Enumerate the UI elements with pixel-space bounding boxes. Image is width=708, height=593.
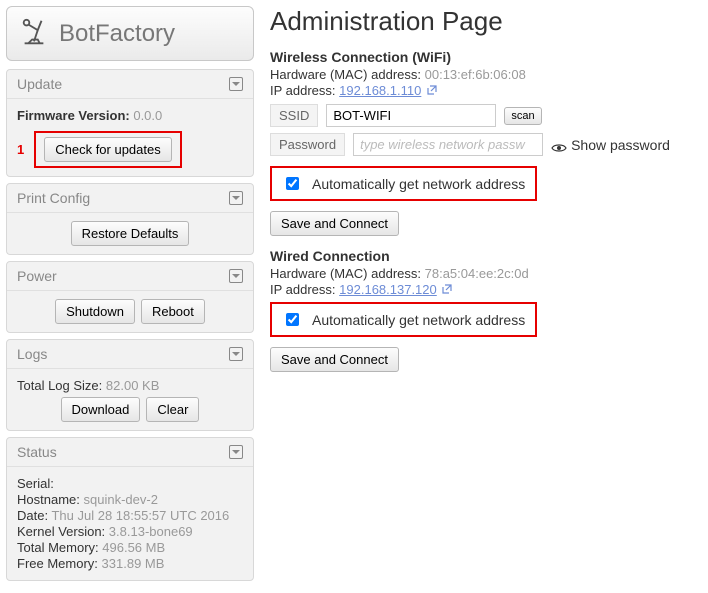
password-label: Password — [270, 133, 345, 156]
brand-title: BotFactory — [59, 20, 175, 48]
wifi-mac-label: Hardware (MAC) address: — [270, 67, 421, 82]
collapse-icon[interactable] — [229, 445, 243, 459]
status-panel: Status Serial: Hostname: squink-dev-2 Da… — [6, 437, 254, 581]
hostname-label: Hostname: — [17, 492, 80, 507]
collapse-icon[interactable] — [229, 269, 243, 283]
update-panel: Update Firmware Version: 0.0.0 1 Check f… — [6, 69, 254, 177]
check-updates-button[interactable]: Check for updates — [44, 137, 172, 162]
wired-ip-link[interactable]: 192.168.137.120 — [339, 282, 437, 297]
download-logs-button[interactable]: Download — [61, 397, 141, 422]
wired-heading: Wired Connection — [270, 248, 698, 264]
robot-arm-icon — [19, 17, 49, 50]
eye-icon — [551, 140, 567, 150]
wifi-auto-label: Automatically get network address — [312, 176, 525, 192]
wifi-auto-checkbox[interactable] — [286, 177, 299, 190]
hostname-value: squink-dev-2 — [84, 492, 158, 507]
log-size-value: 82.00 KB — [106, 378, 160, 393]
page-title: Administration Page — [270, 6, 698, 37]
date-value: Thu Jul 28 18:55:57 UTC 2016 — [51, 508, 229, 523]
kernel-label: Kernel Version: — [17, 524, 105, 539]
password-input[interactable] — [353, 133, 543, 156]
callout-highlight-wifi-auto: Automatically get network address — [270, 166, 537, 201]
wifi-section: Wireless Connection (WiFi) Hardware (MAC… — [270, 49, 698, 236]
wired-save-button[interactable]: Save and Connect — [270, 347, 399, 372]
panel-title: Update — [17, 76, 62, 92]
print-config-panel-header[interactable]: Print Config — [7, 184, 253, 213]
callout-highlight-1: Check for updates — [34, 131, 182, 168]
panel-title: Power — [17, 268, 57, 284]
wifi-heading: Wireless Connection (WiFi) — [270, 49, 698, 65]
collapse-icon[interactable] — [229, 77, 243, 91]
logs-panel-header[interactable]: Logs — [7, 340, 253, 369]
callout-highlight-wired-auto: Automatically get network address — [270, 302, 537, 337]
collapse-icon[interactable] — [229, 347, 243, 361]
power-panel: Power Shutdown Reboot — [6, 261, 254, 333]
firmware-version-value: 0.0.0 — [133, 108, 162, 123]
serial-label: Serial: — [17, 476, 54, 491]
panel-title: Print Config — [17, 190, 90, 206]
kernel-value: 3.8.13-bone69 — [109, 524, 193, 539]
wired-auto-label: Automatically get network address — [312, 312, 525, 328]
wifi-ip-label: IP address: — [270, 83, 336, 98]
clear-logs-button[interactable]: Clear — [146, 397, 199, 422]
status-panel-header[interactable]: Status — [7, 438, 253, 467]
power-panel-header[interactable]: Power — [7, 262, 253, 291]
wifi-ip-link[interactable]: 192.168.1.110 — [339, 83, 421, 98]
freemem-value: 331.89 MB — [102, 556, 165, 571]
wired-ip-label: IP address: — [270, 282, 336, 297]
shutdown-button[interactable]: Shutdown — [55, 299, 135, 324]
logs-panel: Logs Total Log Size: 82.00 KB Download C… — [6, 339, 254, 431]
freemem-label: Free Memory: — [17, 556, 98, 571]
reboot-button[interactable]: Reboot — [141, 299, 205, 324]
collapse-icon[interactable] — [229, 191, 243, 205]
external-link-icon — [442, 282, 452, 292]
log-size-label: Total Log Size: — [17, 378, 102, 393]
wired-mac-value: 78:a5:04:ee:2c:0d — [425, 266, 529, 281]
date-label: Date: — [17, 508, 48, 523]
external-link-icon — [427, 83, 437, 93]
main-content: Administration Page Wireless Connection … — [260, 0, 708, 593]
print-config-panel: Print Config Restore Defaults — [6, 183, 254, 255]
show-password-label: Show password — [571, 137, 670, 153]
wired-section: Wired Connection Hardware (MAC) address:… — [270, 248, 698, 372]
sidebar: BotFactory Update Firmware Version: 0.0.… — [0, 0, 260, 593]
restore-defaults-button[interactable]: Restore Defaults — [71, 221, 190, 246]
wired-auto-checkbox[interactable] — [286, 313, 299, 326]
scan-button[interactable]: scan — [504, 107, 541, 125]
brand-box: BotFactory — [6, 6, 254, 61]
wifi-save-button[interactable]: Save and Connect — [270, 211, 399, 236]
panel-title: Status — [17, 444, 57, 460]
update-panel-header[interactable]: Update — [7, 70, 253, 99]
wired-mac-label: Hardware (MAC) address: — [270, 266, 421, 281]
ssid-input[interactable] — [326, 104, 496, 127]
panel-title: Logs — [17, 346, 47, 362]
callout-number-1: 1 — [17, 142, 24, 157]
ssid-label: SSID — [270, 104, 318, 127]
firmware-version-label: Firmware Version: — [17, 108, 130, 123]
show-password-toggle[interactable]: Show password — [551, 137, 670, 153]
wifi-mac-value: 00:13:ef:6b:06:08 — [425, 67, 526, 82]
